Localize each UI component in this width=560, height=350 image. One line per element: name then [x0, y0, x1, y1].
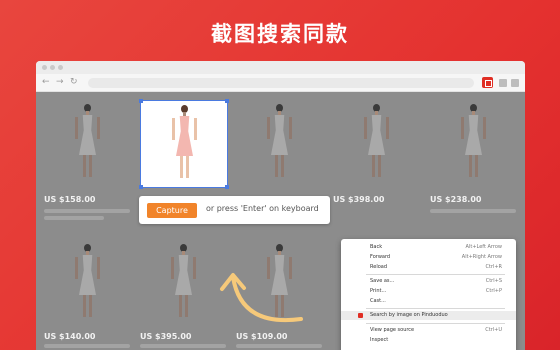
menu-separator [366, 323, 505, 324]
context-menu: Back Alt+Left Arrow Forward Alt+Right Ar… [341, 239, 516, 350]
pinduoduo-extension-icon[interactable] [482, 77, 493, 88]
menu-separator [366, 274, 505, 275]
menu-item-back[interactable]: Back Alt+Left Arrow [341, 243, 516, 252]
extension-icon[interactable] [499, 79, 507, 87]
reload-icon[interactable]: ↻ [70, 77, 78, 87]
page-content: US $158.00 US $398.00 US $238.00 US $140… [36, 92, 525, 350]
menu-item-save-as[interactable]: Save as... Ctrl+S [341, 277, 516, 286]
window-close-dot[interactable] [42, 65, 47, 70]
menu-item-forward[interactable]: Forward Alt+Right Arrow [341, 253, 516, 262]
back-arrow-icon[interactable]: ← [42, 77, 50, 87]
menu-separator [366, 308, 505, 309]
page-headline: 截图搜索同款 [211, 22, 349, 46]
tab-bar [36, 61, 525, 74]
nav-bar: ← → ↻ [36, 74, 525, 92]
menu-item-view-source[interactable]: View page source Ctrl+U [341, 326, 516, 335]
browser-window: ← → ↻ US $158.00 US $398.00 US $238.00 U… [36, 61, 525, 350]
menu-icon[interactable] [511, 79, 519, 87]
window-maximize-dot[interactable] [58, 65, 63, 70]
menu-item-search-by-image[interactable]: Search by image on Pinduoduo [341, 311, 516, 320]
forward-arrow-icon[interactable]: → [56, 77, 64, 87]
menu-item-reload[interactable]: Reload Ctrl+R [341, 263, 516, 272]
menu-item-inspect[interactable]: Inspect [341, 336, 516, 345]
menu-item-cast[interactable]: Cast... [341, 297, 516, 306]
address-bar[interactable] [88, 78, 474, 88]
pinduoduo-icon [358, 313, 363, 318]
menu-item-print[interactable]: Print... Ctrl+P [341, 287, 516, 296]
window-minimize-dot[interactable] [50, 65, 55, 70]
